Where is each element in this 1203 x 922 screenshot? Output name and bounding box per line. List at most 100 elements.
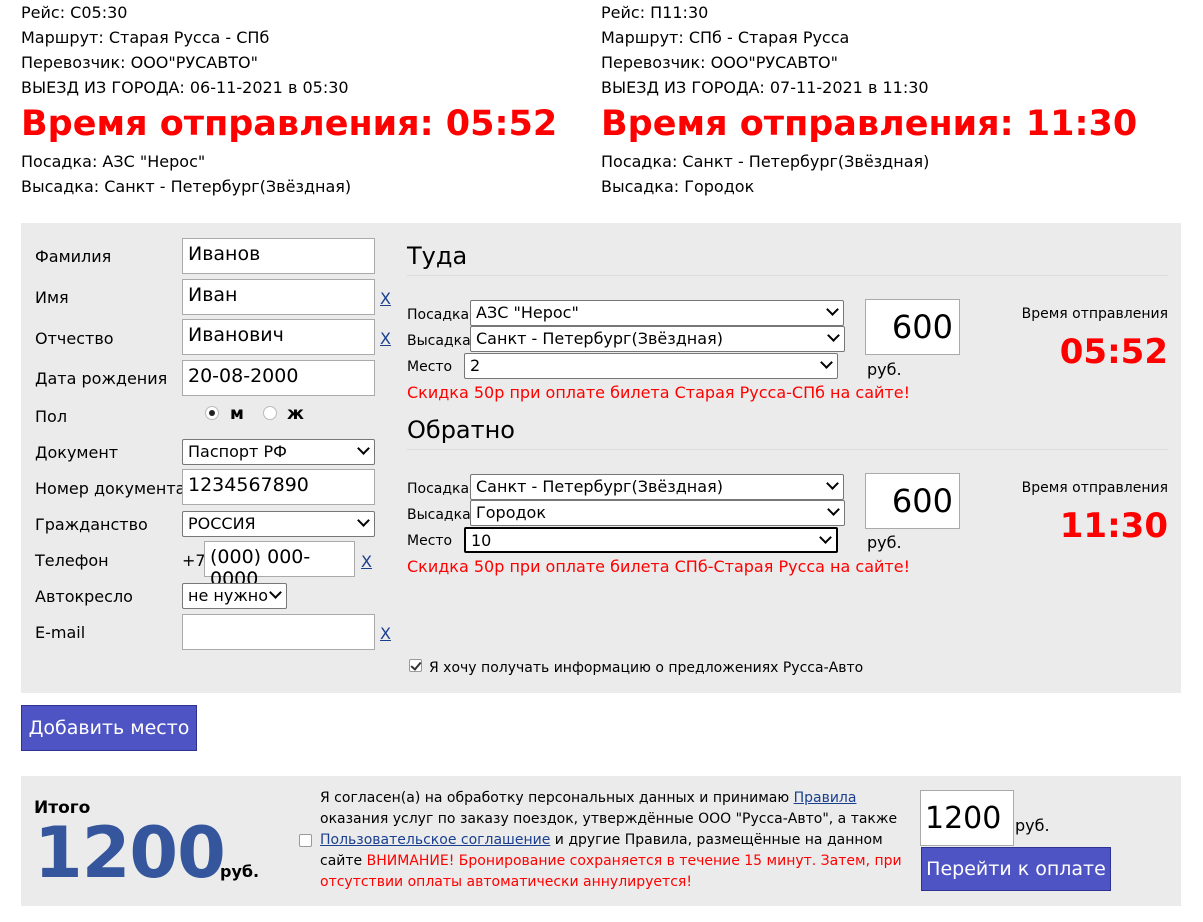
phone-label: Телефон <box>35 551 109 570</box>
citizenship-value: РОССИЯ <box>188 514 256 533</box>
chevron-down-icon <box>819 531 832 544</box>
chevron-down-icon <box>820 356 833 369</box>
document-value: Паспорт РФ <box>188 442 287 461</box>
agreement-text-part: Я согласен(а) на обработку персональных … <box>320 790 794 806</box>
gender-female-radio[interactable] <box>263 406 277 420</box>
agreement-text-part: оказания услуг по заказу поездок, утверж… <box>320 811 898 827</box>
outbound-time-label: Время отправления <box>1021 306 1168 322</box>
departure-date: ВЫЕЗД ИЗ ГОРОДА: 07-11-2021 в 11:30 <box>601 78 929 97</box>
gender-male-radio[interactable] <box>205 406 219 420</box>
return-alighting-select[interactable]: Городок <box>470 500 845 526</box>
boarding-point: Посадка: Санкт - Петербург(Звёздная) <box>601 152 930 171</box>
chevron-down-icon <box>357 514 370 527</box>
booking-warning: ВНИМАНИЕ! Бронирование сохраняется в теч… <box>320 853 902 890</box>
rules-link[interactable]: Правила <box>794 790 857 806</box>
car-seat-select[interactable]: не нужно <box>182 583 287 609</box>
gender-label: Пол <box>35 407 68 426</box>
return-boarding-value: Санкт - Петербург(Звёздная) <box>476 477 723 496</box>
user-agreement-link[interactable]: Пользовательское соглашение <box>320 832 550 848</box>
trip-info-return: Рейс: П11:30 Маршрут: СПб - Старая Русса… <box>601 0 1137 199</box>
add-seat-button[interactable]: Добавить место <box>21 705 197 751</box>
clear-name-link[interactable]: X <box>380 289 391 308</box>
carrier: Перевозчик: ООО"РУСАВТО" <box>21 53 258 72</box>
document-number-input[interactable]: 1234567890 <box>182 469 375 505</box>
patronymic-label: Отчество <box>35 329 114 348</box>
clear-phone-link[interactable]: X <box>361 552 372 571</box>
name-input[interactable]: Иван <box>182 279 375 315</box>
birth-date-label: Дата рождения <box>35 369 168 388</box>
return-place-select[interactable]: 10 <box>464 527 838 553</box>
citizenship-label: Гражданство <box>35 515 148 534</box>
newsletter-label: Я хочу получать информацию о предложения… <box>429 660 864 676</box>
gender-male-label: м <box>230 404 244 424</box>
return-departure-time: 11:30 <box>1059 506 1168 546</box>
departure-date: ВЫЕЗД ИЗ ГОРОДА: 06-11-2021 в 05:30 <box>21 78 349 97</box>
birth-date-input[interactable]: 20-08-2000 <box>182 360 375 396</box>
outbound-boarding-value: АЗС "Нерос" <box>476 303 579 322</box>
route: Маршрут: СПб - Старая Русса <box>601 28 850 47</box>
outbound-alighting-label: Высадка <box>407 333 471 349</box>
return-time-label: Время отправления <box>1021 480 1168 496</box>
total-currency: руб. <box>220 862 260 881</box>
trip-info-outbound: Рейс: С05:30 Маршрут: Старая Русса - СПб… <box>21 0 557 199</box>
outbound-boarding-select[interactable]: АЗС "Нерос" <box>470 300 844 326</box>
return-place-value: 10 <box>471 531 492 550</box>
pay-amount: 1200 <box>920 790 1014 846</box>
car-seat-value: не нужно <box>188 586 268 605</box>
document-label: Документ <box>35 443 119 462</box>
clear-patronymic-link[interactable]: X <box>380 329 391 348</box>
departure-time-heading: Время отправления: 05:52 <box>21 104 558 144</box>
email-label: E-mail <box>35 623 86 642</box>
checkout-panel: Итого 1200 руб. Я согласен(а) на обработ… <box>21 776 1181 906</box>
phone-prefix: +7 <box>182 551 206 570</box>
outbound-boarding-label: Посадка <box>407 307 470 323</box>
patronymic-input[interactable]: Иванович <box>182 319 375 355</box>
document-number-label: Номер документа <box>35 479 186 498</box>
return-boarding-select[interactable]: Санкт - Петербург(Звёздная) <box>470 474 844 500</box>
route: Маршрут: Старая Русса - СПб <box>21 28 270 47</box>
return-alighting-value: Городок <box>476 503 547 522</box>
total-amount: 1200 <box>34 812 226 894</box>
phone-input[interactable]: (000) 000-0000 <box>204 541 355 590</box>
flight-number: Рейс: П11:30 <box>601 3 709 22</box>
alighting-point: Высадка: Санкт - Петербург(Звёздная) <box>21 177 352 196</box>
booking-form-panel: Фамилия Иванов Имя Иван X Отчество Ивано… <box>21 223 1181 693</box>
chevron-down-icon <box>826 477 839 490</box>
surname-input[interactable]: Иванов <box>182 238 375 274</box>
agreement-checkbox[interactable] <box>299 834 312 847</box>
agreement-text: Я согласен(а) на обработку персональных … <box>320 788 922 893</box>
outbound-alighting-select[interactable]: Санкт - Петербург(Звёздная) <box>470 326 845 352</box>
return-alighting-label: Высадка <box>407 507 471 523</box>
flight-number: Рейс: С05:30 <box>21 3 128 22</box>
chevron-down-icon <box>357 442 370 455</box>
return-currency: руб. <box>867 533 902 552</box>
boarding-point: Посадка: АЗС "Нерос" <box>21 152 206 171</box>
carrier: Перевозчик: ООО"РУСАВТО" <box>601 53 838 72</box>
return-promo: Скидка 50р при оплате билета СПб-Старая … <box>407 557 910 576</box>
document-select[interactable]: Паспорт РФ <box>182 439 375 465</box>
email-input[interactable] <box>182 614 375 650</box>
outbound-place-select[interactable]: 2 <box>464 353 838 379</box>
return-section-title: Обратно <box>407 416 1168 450</box>
chevron-down-icon <box>826 303 839 316</box>
outbound-place-value: 2 <box>470 356 481 375</box>
chevron-down-icon <box>269 586 282 599</box>
citizenship-select[interactable]: РОССИЯ <box>182 511 375 537</box>
outbound-promo: Скидка 50р при оплате билета Старая Русс… <box>407 383 910 402</box>
proceed-to-payment-button[interactable]: Перейти к оплате <box>921 847 1111 891</box>
outbound-departure-time: 05:52 <box>1059 332 1168 372</box>
outbound-currency: руб. <box>867 360 902 379</box>
newsletter-checkbox[interactable] <box>409 659 422 672</box>
return-place-label: Место <box>407 533 453 549</box>
clear-email-link[interactable]: X <box>380 624 391 643</box>
alighting-point: Высадка: Городок <box>601 177 755 196</box>
outbound-section-title: Туда <box>407 242 1168 276</box>
outbound-price: 600 <box>865 299 960 355</box>
return-price: 600 <box>865 473 960 529</box>
outbound-alighting-value: Санкт - Петербург(Звёздная) <box>476 329 723 348</box>
chevron-down-icon <box>827 503 840 516</box>
name-label: Имя <box>35 288 69 307</box>
return-boarding-label: Посадка <box>407 481 470 497</box>
departure-time-heading: Время отправления: 11:30 <box>601 104 1138 144</box>
outbound-place-label: Место <box>407 359 453 375</box>
